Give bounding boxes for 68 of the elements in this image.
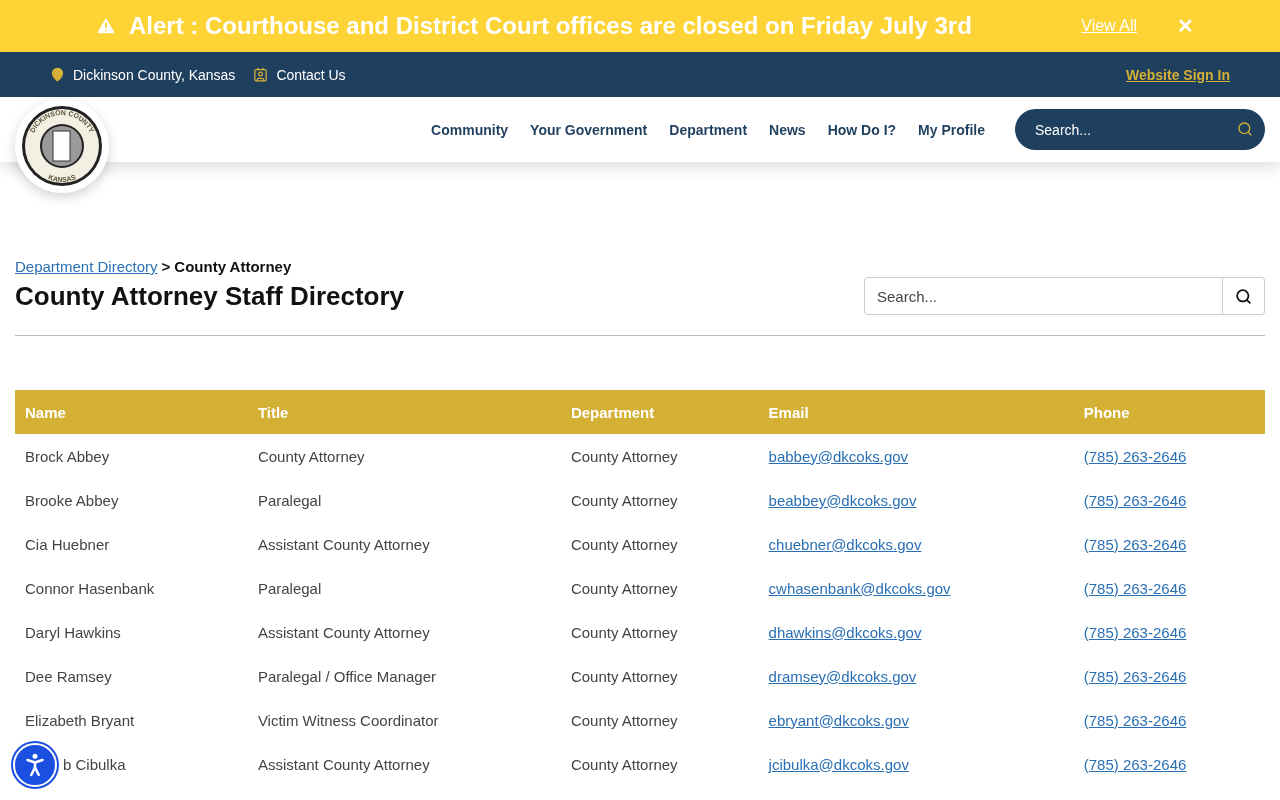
phone-link[interactable]: (785) 263-2646 bbox=[1083, 623, 1187, 641]
page-title: County Attorney Staff Directory bbox=[15, 280, 405, 312]
table-cell: County Attorney bbox=[257, 447, 365, 465]
table-cell: Assistant County Attorney bbox=[257, 623, 430, 641]
email-link[interactable]: jcibulka@dkcoks.gov bbox=[768, 755, 909, 773]
table-cell: Paralegal bbox=[257, 491, 322, 509]
breadcrumb-separator: > bbox=[161, 258, 171, 275]
column-header: Email bbox=[758, 390, 1074, 434]
nav-link[interactable]: My Profile bbox=[918, 121, 985, 138]
contact-card-icon bbox=[253, 67, 269, 82]
phone-link[interactable]: (785) 263-2646 bbox=[1083, 667, 1187, 685]
table-cell: Connor Hasenbank bbox=[25, 579, 155, 597]
table-cell: County Attorney bbox=[570, 447, 678, 465]
email-link[interactable]: ebryant@dkcoks.gov bbox=[768, 711, 909, 729]
nav-link[interactable]: Community bbox=[431, 121, 509, 138]
search-icon[interactable] bbox=[1237, 121, 1253, 137]
table-cell: County Attorney bbox=[570, 535, 678, 553]
site-search-field[interactable]: Search... bbox=[1015, 109, 1265, 150]
column-header: Title bbox=[247, 390, 561, 434]
nav-link[interactable]: Your Government bbox=[530, 121, 648, 138]
phone-link[interactable]: (785) 263-2646 bbox=[1083, 535, 1187, 553]
table-cell: County Attorney bbox=[570, 711, 678, 729]
table-cell: Brock Abbey bbox=[25, 447, 110, 465]
table-cell: County Attorney bbox=[570, 579, 678, 597]
nav-link[interactable]: Department bbox=[669, 121, 748, 138]
directory-search-field[interactable]: Search... bbox=[864, 277, 1223, 315]
email-link[interactable]: cwhasenbank@dkcoks.gov bbox=[768, 579, 951, 597]
phone-link[interactable]: (785) 263-2646 bbox=[1083, 711, 1187, 729]
email-link[interactable]: dramsey@dkcoks.gov bbox=[768, 667, 917, 685]
website-sign-in-link[interactable]: Website Sign In bbox=[1126, 66, 1230, 83]
table-cell: Assistant County Attorney bbox=[257, 535, 430, 553]
table-cell: County Attorney bbox=[570, 491, 678, 509]
location-link[interactable]: Dickinson County, Kansas bbox=[73, 66, 236, 83]
column-header: Department bbox=[560, 390, 759, 434]
search-icon bbox=[1235, 287, 1252, 305]
column-header: Phone bbox=[1073, 390, 1265, 434]
nav-link[interactable]: News bbox=[769, 121, 806, 138]
table-cell: Assistant County Attorney bbox=[257, 755, 430, 773]
column-header: Name bbox=[15, 390, 248, 434]
map-pin-icon bbox=[50, 67, 65, 82]
warning-icon bbox=[95, 15, 117, 37]
table-cell: Daryl Hawkins bbox=[25, 623, 121, 641]
table-cell: Brooke Abbey bbox=[25, 491, 119, 509]
table-cell: County Attorney bbox=[570, 623, 678, 641]
table-cell: Victim Witness Coordinator bbox=[257, 711, 439, 729]
email-link[interactable]: dhawkins@dkcoks.gov bbox=[768, 623, 922, 641]
phone-link[interactable]: (785) 263-2646 bbox=[1083, 491, 1187, 509]
nav-link[interactable]: How Do I? bbox=[827, 121, 897, 138]
table-cell: County Attorney bbox=[570, 755, 678, 773]
email-link[interactable]: chuebner@dkcoks.gov bbox=[768, 535, 922, 553]
alert-text: Alert : Courthouse and District Court offices are closed on Friday July 3rd bbox=[129, 12, 972, 40]
contact-us-link[interactable]: Contact Us bbox=[276, 66, 346, 83]
table-cell: Elizabeth Bryant bbox=[25, 711, 135, 729]
search-button[interactable] bbox=[1223, 277, 1265, 315]
table-cell: b Cibulka bbox=[63, 755, 126, 773]
accessibility-button[interactable] bbox=[13, 743, 57, 787]
phone-link[interactable]: (785) 263-2646 bbox=[1083, 579, 1187, 597]
email-link[interactable]: beabbey@dkcoks.gov bbox=[768, 491, 917, 509]
table-cell: Cia Huebner bbox=[25, 535, 110, 553]
table-cell: County Attorney bbox=[570, 667, 678, 685]
email-link[interactable]: babbey@dkcoks.gov bbox=[768, 447, 909, 465]
table-cell: Paralegal / Office Manager bbox=[257, 667, 437, 685]
breadcrumb-link[interactable]: Department Directory bbox=[15, 258, 158, 275]
phone-link[interactable]: (785) 263-2646 bbox=[1083, 755, 1187, 773]
table-cell: Dee Ramsey bbox=[25, 667, 112, 685]
phone-link[interactable]: (785) 263-2646 bbox=[1083, 447, 1187, 465]
breadcrumb-current: County Attorney bbox=[174, 258, 292, 275]
table-cell: Paralegal bbox=[257, 579, 322, 597]
